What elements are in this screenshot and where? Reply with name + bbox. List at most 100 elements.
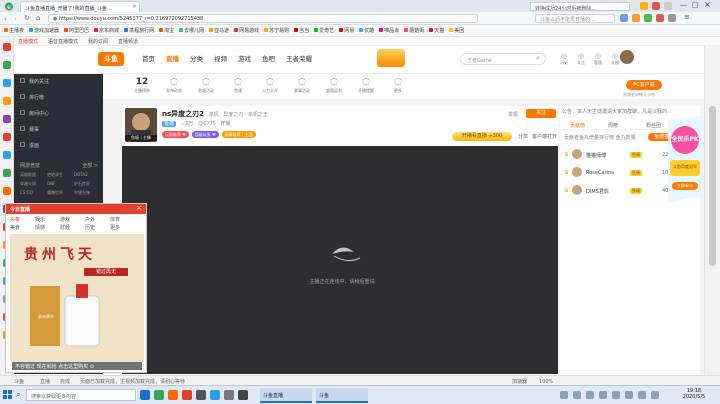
tray-icon[interactable] bbox=[586, 391, 594, 399]
app-shortcut-icon[interactable] bbox=[3, 79, 11, 87]
popup-tab[interactable]: 情感 bbox=[35, 224, 60, 231]
popup-tab[interactable]: 体育 bbox=[110, 216, 135, 223]
taskbar-app-icon[interactable] bbox=[182, 390, 192, 400]
popup-tab[interactable]: 历史 bbox=[85, 224, 110, 231]
favorite-item[interactable]: 网易游戏 bbox=[234, 27, 259, 34]
site-tab[interactable]: 直播模式 bbox=[18, 39, 38, 45]
tray-icon[interactable] bbox=[599, 391, 607, 399]
sidebar-game-link[interactable]: 英雄联盟 bbox=[20, 172, 46, 178]
header-action[interactable]: ◎ 客服 bbox=[590, 52, 606, 66]
tab-active[interactable]: 斗鱼直播直播_开播了!我的直播_斗鱼... bbox=[20, 1, 140, 12]
taskbar-search-input[interactable]: 搜索以获取更多内容 bbox=[26, 389, 136, 401]
url-input[interactable]: ● https://www.douyu.com/5245377_r=0.2169… bbox=[48, 14, 478, 23]
nav-item[interactable]: 鱼吧 bbox=[262, 55, 275, 63]
favorite-item[interactable]: 携程旅行网 bbox=[124, 27, 154, 34]
sub-nav-item[interactable]: ◌ 赛事活动 bbox=[287, 76, 317, 94]
taskbar-app-icon[interactable] bbox=[154, 390, 164, 400]
favorite-item[interactable]: 唯品会 bbox=[379, 27, 399, 34]
chat-tab[interactable]: 贡献榜 bbox=[570, 122, 585, 129]
video-player[interactable]: 主播正在连线中，请稍后重试 bbox=[122, 146, 558, 374]
favorite-item[interactable]: 京东商城 bbox=[94, 27, 119, 34]
tray-icon[interactable] bbox=[651, 391, 659, 399]
browser-search-input[interactable]: 斗鱼以后不能再开播的... bbox=[535, 14, 615, 23]
popup-footer[interactable]: 不容错过 现在就抢 点击这里购买 ⊙ bbox=[12, 362, 142, 370]
report-link[interactable]: 举报 bbox=[508, 111, 518, 118]
site-tab[interactable]: 直播频道 bbox=[118, 39, 138, 45]
promo-button[interactable]: 开播看直播 +300 bbox=[452, 132, 512, 141]
tray-icon[interactable] bbox=[625, 391, 633, 399]
taskbar-app-icon[interactable] bbox=[238, 390, 248, 400]
room-tag[interactable]: 赛事推荐 | 主播 bbox=[221, 131, 256, 138]
forward-icon[interactable]: › bbox=[14, 15, 17, 23]
taskbar-app-icon[interactable] bbox=[210, 390, 220, 400]
app-shortcut-icon[interactable] bbox=[3, 169, 11, 177]
nav-item[interactable]: 首页 bbox=[142, 55, 155, 63]
tray-icon[interactable] bbox=[612, 391, 620, 399]
chat-tab[interactable]: 粉丝团 bbox=[646, 122, 661, 129]
favorite-item[interactable]: 爱奇艺 bbox=[314, 27, 334, 34]
maximize-icon[interactable]: □ bbox=[692, 1, 699, 9]
section-more-link[interactable]: 全部 > bbox=[82, 162, 98, 169]
favorite-item[interactable]: 主播夜 bbox=[4, 27, 24, 34]
sidebar-game-link[interactable]: DNF bbox=[47, 181, 73, 186]
nav-item[interactable]: 王者荣耀 bbox=[286, 55, 312, 63]
popup-tab[interactable]: 头条 bbox=[10, 216, 35, 223]
share-button[interactable]: 分享 bbox=[518, 133, 528, 140]
back-icon[interactable]: ‹ bbox=[4, 15, 7, 23]
site-tab[interactable]: 语音直播模式 bbox=[48, 39, 78, 45]
sub-nav-item[interactable]: ◌ 发布动态 bbox=[159, 76, 189, 94]
favorite-item[interactable]: 天猫 bbox=[429, 27, 444, 34]
app-shortcut-icon[interactable] bbox=[3, 97, 11, 105]
site-logo[interactable]: 斗鱼 bbox=[98, 52, 124, 66]
chat-tab[interactable]: 周榜 bbox=[608, 122, 618, 129]
sub-nav-item[interactable]: ◌ 开播提醒 bbox=[351, 76, 381, 94]
taskbar-app-icon[interactable] bbox=[196, 390, 206, 400]
bookmark-icon[interactable] bbox=[640, 2, 648, 10]
taskbar-window[interactable]: 斗鱼直播 bbox=[260, 388, 312, 403]
sub-nav-item[interactable]: ◌ 鱼塘 bbox=[223, 76, 253, 94]
favorite-item[interactable]: 网易 bbox=[339, 27, 354, 34]
popup-tab[interactable]: 财经 bbox=[60, 224, 85, 231]
sidebar-item[interactable]: 我的关注 bbox=[20, 78, 100, 88]
sidebar-game-link[interactable]: 绝地求生 bbox=[47, 172, 73, 178]
clock[interactable]: 19:18 2020/5/5 bbox=[672, 388, 716, 403]
extension-icon[interactable] bbox=[644, 14, 652, 22]
favorite-item[interactable]: 阿里巴巴 bbox=[64, 27, 89, 34]
popup-tab[interactable]: 游戏 bbox=[60, 216, 85, 223]
extension-icon[interactable] bbox=[632, 14, 640, 22]
refresh-icon[interactable]: ↻ bbox=[24, 14, 30, 22]
pc-client-button[interactable]: PC客户端 bbox=[626, 80, 662, 90]
taskbar-window[interactable]: 斗鱼 bbox=[316, 388, 368, 403]
favorite-item[interactable]: 蘑菇街 bbox=[404, 27, 424, 34]
close-icon[interactable]: × bbox=[704, 0, 711, 9]
nav-item[interactable]: 直播 bbox=[166, 55, 179, 63]
nav-item[interactable]: 视频 bbox=[214, 55, 227, 63]
popup-tab[interactable]: 娱乐 bbox=[35, 216, 60, 223]
tray-icon[interactable] bbox=[560, 391, 568, 399]
favorite-item[interactable]: 美团 bbox=[449, 27, 464, 34]
favorite-item[interactable]: 优酷 bbox=[359, 27, 374, 34]
tab-second[interactable]: 转换成功24小时后被删除... bbox=[530, 2, 630, 11]
header-action[interactable]: ◎ 历史 bbox=[556, 52, 572, 66]
sidebar-item[interactable]: 排行榜 bbox=[20, 94, 100, 104]
sidebar-game-link[interactable]: 穿越火线 bbox=[20, 181, 46, 187]
sub-nav-item[interactable]: ◌ 火力全开 bbox=[255, 76, 285, 94]
popup-tab[interactable]: 美食 bbox=[10, 224, 35, 231]
sub-nav-item[interactable]: ◌ 鱼塘活动 bbox=[191, 76, 221, 94]
app-shortcut-icon[interactable] bbox=[3, 61, 11, 69]
app-shortcut-icon[interactable] bbox=[3, 151, 11, 159]
favorite-item[interactable]: 亚马逊 bbox=[209, 27, 229, 34]
settings-icon[interactable]: ≡ bbox=[684, 13, 690, 21]
favorite-item[interactable]: 去哪儿网 bbox=[179, 27, 204, 34]
tray-icon[interactable] bbox=[638, 391, 646, 399]
scrollbar-thumb[interactable] bbox=[709, 106, 716, 266]
side-pk-ad[interactable]: 全民乐PK 斗鱼月度冠军 立即参与 bbox=[666, 116, 704, 208]
app-shortcut-icon[interactable] bbox=[3, 187, 11, 195]
tray-icon[interactable] bbox=[573, 391, 581, 399]
extension-icon[interactable] bbox=[620, 14, 628, 22]
promo-banner[interactable] bbox=[377, 49, 405, 67]
user-avatar[interactable] bbox=[620, 50, 634, 64]
sidebar-game-link[interactable]: 守望先锋 bbox=[74, 190, 100, 196]
sub-nav-item[interactable]: 12 主播榜单 bbox=[127, 76, 157, 94]
site-tab[interactable]: 我的订阅 bbox=[88, 39, 108, 45]
